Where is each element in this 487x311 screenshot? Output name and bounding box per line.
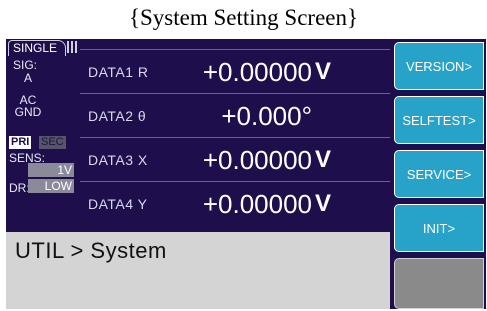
data-row-value: +0.00000 <box>202 189 312 219</box>
service-softkey[interactable]: SERVICE> <box>394 150 484 198</box>
blank-softkey <box>394 258 484 309</box>
data-row-label: DATA2 θ <box>88 108 147 124</box>
data-row-4: DATA4 Y +0.00000 V <box>80 181 390 226</box>
breadcrumb: UTIL > System <box>15 238 167 263</box>
sensitivity-value: 1V <box>28 163 74 177</box>
data-row-unit: V <box>315 58 332 85</box>
data-row-label: DATA1 R <box>88 64 149 80</box>
ground-label: GND <box>14 105 42 119</box>
data-row-2: DATA2 θ +0.000° <box>80 93 390 138</box>
mode-indicator: SINGLE <box>8 40 67 56</box>
data-row-unit: V <box>315 146 332 173</box>
data-row-value: +0.00000 <box>202 145 312 175</box>
pri-badge: PRI <box>9 136 32 149</box>
status-panel: SINGLE SIG: A AC GND PRI SEC SENS: 1V DR… <box>6 39 78 232</box>
data-row-value: +0.000° <box>221 101 312 131</box>
data-row-label: DATA3 X <box>88 152 148 168</box>
mode-stripes-decoration <box>67 41 77 53</box>
measurement-rows: DATA1 R +0.00000 V DATA2 θ +0.000° DATA3… <box>80 49 390 232</box>
coupling-ground-indicator: AC GND <box>6 94 50 118</box>
data-row-unit: V <box>315 190 332 217</box>
softkey-panel: VERSION> SELFTEST> SERVICE> INIT> <box>394 39 486 309</box>
signal-value: A <box>23 71 32 85</box>
init-softkey[interactable]: INIT> <box>394 204 484 252</box>
dynamic-reserve-value: LOW <box>28 179 74 193</box>
selftest-softkey[interactable]: SELFTEST> <box>394 96 484 144</box>
dynamic-reserve-label: DR: <box>9 181 30 195</box>
figure-caption: {System Setting Screen} <box>128 5 359 30</box>
data-row-1: DATA1 R +0.00000 V <box>80 49 390 94</box>
data-row-value: +0.00000 <box>202 57 312 87</box>
info-area: UTIL > System <box>6 232 390 309</box>
instrument-screen: SINGLE SIG: A AC GND PRI SEC SENS: 1V DR… <box>6 39 486 309</box>
data-row-3: DATA3 X +0.00000 V <box>80 137 390 182</box>
data-row-label: DATA4 Y <box>88 196 148 212</box>
sec-badge: SEC <box>39 136 66 149</box>
version-softkey[interactable]: VERSION> <box>394 42 484 90</box>
